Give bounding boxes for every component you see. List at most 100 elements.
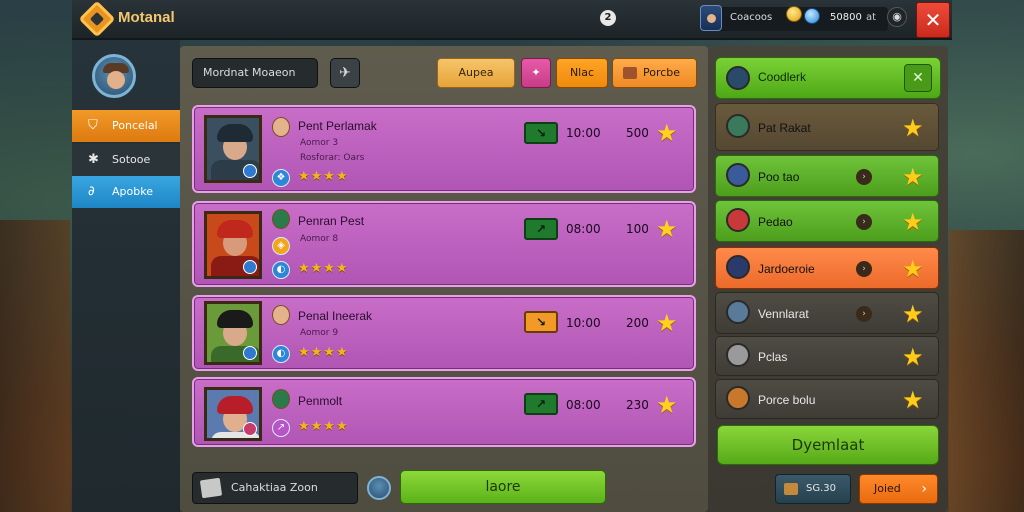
hero-class-icon: ❖ bbox=[272, 169, 290, 187]
coin-icon bbox=[786, 6, 802, 22]
header-label: Coodlerk bbox=[758, 70, 807, 84]
chest-icon bbox=[784, 483, 798, 495]
row-label: Jardoeroie bbox=[758, 262, 815, 276]
sidebar-tab-2[interactable]: ✱ Sotooe bbox=[72, 144, 180, 176]
hero-time: 10:00 bbox=[566, 126, 601, 140]
right-list-row[interactable]: Jardoeroie › ★ bbox=[715, 247, 939, 289]
right-list-row[interactable]: Porce bolu ★ bbox=[715, 379, 939, 419]
swap-icon[interactable]: ✕ bbox=[904, 64, 932, 92]
background-pillar-left bbox=[0, 220, 70, 512]
row-arrow-icon[interactable]: › bbox=[856, 214, 872, 230]
hero-time: 08:00 bbox=[566, 398, 601, 412]
hero-score: 100 bbox=[626, 222, 649, 236]
hero-portrait bbox=[204, 115, 262, 183]
row-star-icon: ★ bbox=[902, 255, 924, 283]
sidebar-tab-3[interactable]: ∂ Apobke bbox=[72, 176, 180, 208]
trend-icon: ↗ bbox=[524, 218, 558, 240]
row-avatar-icon bbox=[726, 300, 750, 324]
row-avatar-icon bbox=[726, 114, 750, 138]
pin-button[interactable]: ✈ bbox=[330, 58, 360, 88]
filter-chip-1[interactable]: Aupea bbox=[437, 58, 515, 88]
row-label: Pedao bbox=[758, 215, 793, 229]
hero-name: Penran Pest bbox=[298, 214, 365, 228]
row-avatar-icon bbox=[726, 163, 750, 187]
link-icon: ∂ bbox=[88, 184, 95, 199]
right-list-row[interactable]: Vennlarat › ★ bbox=[715, 292, 939, 334]
hero-portrait bbox=[204, 211, 262, 279]
sidebar-tab-1[interactable]: ⛉ Poncelal bbox=[72, 110, 180, 142]
row-avatar-icon bbox=[726, 208, 750, 232]
row-arrow-icon[interactable]: › bbox=[856, 306, 872, 322]
player-mini-avatar[interactable] bbox=[367, 476, 391, 500]
background-pillar-right bbox=[949, 230, 1024, 512]
hero-portrait bbox=[204, 387, 262, 441]
confirm-button[interactable]: Dyemlaat bbox=[717, 425, 939, 465]
hero-card[interactable]: Penal Ineerak Aomor 9 ◐ ★★★★ ↘ 10:00 200… bbox=[192, 295, 696, 371]
right-header[interactable]: Coodlerk ✕ bbox=[715, 57, 941, 99]
primary-action-button[interactable]: laore bbox=[400, 470, 606, 504]
favorite-star-icon[interactable]: ★ bbox=[656, 393, 678, 417]
mini-avatar-icon bbox=[272, 389, 290, 409]
profile-avatar[interactable] bbox=[92, 54, 136, 98]
chevron-right-icon: › bbox=[921, 481, 927, 497]
hero-score: 200 bbox=[626, 316, 649, 330]
hero-rating-stars: ★★★★ bbox=[298, 261, 349, 276]
brand-title: Motanal bbox=[118, 9, 175, 26]
hero-rating-stars: ★★★★ bbox=[298, 169, 349, 184]
left-sidebar: ⛉ Poncelal ✱ Sotooe ∂ Apobke bbox=[72, 40, 180, 512]
favorite-star-icon[interactable]: ★ bbox=[656, 121, 678, 145]
zone-selector[interactable]: Cahaktiaa Zoon bbox=[192, 472, 358, 504]
hero-subtitle: Aomor 3 bbox=[300, 138, 339, 148]
favorite-star-icon[interactable]: ★ bbox=[656, 217, 678, 241]
cost-label: SG.30 bbox=[806, 483, 836, 494]
row-arrow-icon[interactable]: › bbox=[856, 169, 872, 185]
settings-icon[interactable]: ◉ bbox=[887, 7, 907, 27]
filter-chip-4[interactable]: Porcbe bbox=[612, 58, 697, 88]
hero-name: Penal Ineerak bbox=[298, 309, 373, 323]
header-avatar-icon bbox=[726, 66, 750, 90]
right-list-row[interactable]: Poo tao › ★ bbox=[715, 155, 939, 197]
mini-avatar-icon bbox=[272, 209, 290, 229]
row-star-icon: ★ bbox=[902, 386, 924, 414]
right-list-row[interactable]: Pclas ★ bbox=[715, 336, 939, 376]
player-avatar-icon[interactable] bbox=[700, 5, 722, 31]
filter-chip-2[interactable]: ✦ bbox=[521, 58, 551, 88]
hero-score: 500 bbox=[626, 126, 649, 140]
row-label: Vennlarat bbox=[758, 307, 809, 321]
notification-badge[interactable]: 2 bbox=[600, 10, 616, 26]
row-star-icon: ★ bbox=[902, 300, 924, 328]
hero-class-icon: ◈ bbox=[272, 237, 290, 255]
filter-chip-3[interactable]: Nlac bbox=[556, 58, 608, 88]
shield-icon: ⛉ bbox=[88, 118, 98, 133]
sidebar-tab-label: Sotooe bbox=[112, 153, 151, 166]
right-list-row[interactable]: Pat Rakat ★ bbox=[715, 103, 939, 151]
hero-name: Penmolt bbox=[298, 394, 343, 408]
hero-class-icon: ↗ bbox=[272, 419, 290, 437]
row-star-icon: ★ bbox=[902, 208, 924, 236]
next-button[interactable]: Joied › bbox=[859, 474, 938, 504]
cube-icon bbox=[199, 477, 223, 499]
zone-label: Cahaktiaa Zoon bbox=[231, 481, 318, 494]
hero-time: 08:00 bbox=[566, 222, 601, 236]
gem-icon bbox=[804, 8, 820, 24]
hero-portrait bbox=[204, 301, 262, 365]
next-label: Joied bbox=[874, 482, 901, 495]
currency-value: 50800 bbox=[830, 12, 862, 23]
row-avatar-icon bbox=[726, 255, 750, 279]
hero-role-icon: ◐ bbox=[272, 261, 290, 279]
hero-card[interactable]: Penran Pest ◈ Aomor 8 ◐ ★★★★ ↗ 08:00 100… bbox=[192, 201, 696, 287]
sidebar-tab-label: Poncelal bbox=[112, 119, 158, 132]
row-star-icon: ★ bbox=[902, 343, 924, 371]
right-list-row[interactable]: Pedao › ★ bbox=[715, 200, 939, 242]
favorite-star-icon[interactable]: ★ bbox=[656, 311, 678, 335]
close-button[interactable]: ✕ bbox=[916, 2, 950, 38]
hero-card[interactable]: Penmolt ↗ ★★★★ ↗ 08:00 230 ★ bbox=[192, 377, 696, 447]
row-arrow-icon[interactable]: › bbox=[856, 261, 872, 277]
hero-card[interactable]: Pent Perlamak Aomor 3 Rosforar: Oars ❖ ★… bbox=[192, 105, 696, 193]
filter-dropdown[interactable]: Mordnat Moaeon bbox=[192, 58, 318, 88]
cost-pill[interactable]: SG.30 bbox=[775, 474, 851, 504]
row-avatar-icon bbox=[726, 386, 750, 410]
row-label: Porce bolu bbox=[758, 393, 816, 407]
hero-subtitle: Aomor 9 bbox=[300, 328, 339, 338]
mini-avatar-icon bbox=[272, 305, 290, 325]
